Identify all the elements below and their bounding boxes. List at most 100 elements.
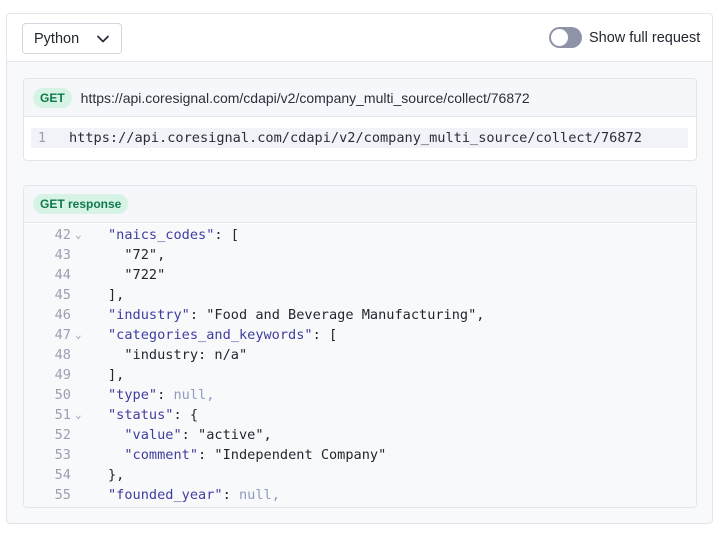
request-header: GET https://api.coresignal.com/cdapi/v2/… [24,79,696,117]
code-line: 46 "industry": "Food and Beverage Manufac… [24,305,696,325]
code-text: ], [108,285,124,305]
line-number: 52 [54,427,71,443]
code-text: "founded_year": null, [108,485,280,505]
show-full-request-toggle[interactable] [549,27,582,48]
code-line: 47 ⌄ "categories_and_keywords": [ [24,325,696,345]
json-separator: : [214,227,231,243]
json-key: "naics_codes" [108,227,215,243]
code-line: 54}, [24,465,696,485]
json-separator: : [181,427,199,443]
code-text: "72", [108,245,165,265]
line-number: 54 [54,467,71,483]
code-line: 44 "722" [24,265,696,285]
json-key: "value" [124,427,182,443]
json-key: "type" [108,387,158,403]
json-separator: : [198,447,215,463]
line-number: 45 [54,287,71,303]
language-select[interactable]: Python [22,23,122,54]
response-badge: GET response [33,194,129,214]
toggle-knob [551,29,568,46]
json-separator: : [222,487,239,503]
request-url[interactable]: https://api.coresignal.com/cdapi/v2/comp… [81,90,530,106]
fold-toggle-icon[interactable]: ⌄ [75,325,82,345]
code-sample-panel: Python Show full request GET https://api… [6,13,713,524]
json-value: }, [108,467,125,483]
line-number: 49 [54,367,71,383]
show-full-request-control: Show full request [549,27,700,48]
request-code-text[interactable]: https://api.coresignal.com/cdapi/v2/comp… [69,130,642,146]
fold-toggle-icon[interactable]: ⌄ [75,405,82,425]
code-text: ], [108,365,124,385]
json-separator: : [157,387,174,403]
line-number: 51 [54,407,71,423]
fold-toggle-icon[interactable]: ⌄ [75,225,82,245]
json-value: "active", [198,427,272,443]
code-line: 49], [24,365,696,385]
json-value: "Food and Beverage Manufacturing", [206,307,485,323]
code-line: 51 ⌄ "status": { [24,405,696,425]
line-number: 47 [54,327,71,343]
json-value: ], [108,367,125,383]
json-value: null, [173,387,215,403]
json-value: "industry: n/a" [124,347,248,363]
code-text: "industry": "Food and Beverage Manufactu… [108,305,484,325]
language-select-value: Python [34,30,80,47]
json-separator: : [312,327,329,343]
code-text: }, [108,465,124,485]
request-box: GET https://api.coresignal.com/cdapi/v2/… [23,78,697,161]
code-text: "industry: n/a" [108,345,247,365]
response-box: GET response 42 ⌄ "naics_codes": [43 "72",… [23,185,697,508]
line-number: 43 [54,247,71,263]
line-number: 50 [54,387,71,403]
toolbar: Python Show full request [7,14,712,62]
method-badge: GET [33,87,72,108]
json-value: { [189,407,199,423]
code-text: "status": { [108,405,198,425]
code-line: 53 "comment": "Independent Company" [24,445,696,465]
json-value: "72", [124,247,166,263]
line-number: 1 [37,130,46,146]
code-text: "value": "active", [108,425,272,445]
code-line: 45], [24,285,696,305]
line-number: 44 [54,267,71,283]
json-key: "categories_and_keywords" [108,327,313,343]
code-line: 50 "type": null, [24,385,696,405]
response-code-viewer[interactable]: 42 ⌄ "naics_codes": [43 "72", 44 "722" 45], 4… [24,224,696,507]
code-line: 55 "founded_year": null, [24,485,696,505]
line-number: 48 [54,347,71,363]
code-text: "categories_and_keywords": [ [108,325,337,345]
json-value: ], [108,287,125,303]
request-code-line: 1 https://api.coresignal.com/cdapi/v2/co… [31,128,688,148]
json-key: "status" [108,407,174,423]
code-line: 42 ⌄ "naics_codes": [ [24,225,696,245]
json-value: [ [328,327,338,343]
code-text: "naics_codes": [ [108,225,239,245]
show-full-request-label[interactable]: Show full request [589,30,700,46]
json-value: [ [230,227,239,243]
line-number: 42 [54,227,71,243]
json-value: "Independent Company" [214,447,387,463]
code-text: "type": null, [108,385,214,405]
json-value: null, [238,487,280,503]
json-value: "722" [124,267,166,283]
chevron-down-icon [97,35,109,43]
line-number: 53 [54,447,71,463]
code-text: "722" [108,265,165,285]
code-line: 48 "industry: n/a" [24,345,696,365]
code-text: "comment": "Independent Company" [108,445,386,465]
json-key: "industry" [108,307,190,323]
json-separator: : [189,307,207,323]
json-key: "founded_year" [108,487,223,503]
code-line: 52 "value": "active", [24,425,696,445]
response-header: GET response [24,186,696,223]
line-number: 46 [54,307,71,323]
code-line: 43 "72", [24,245,696,265]
line-number: 55 [54,487,71,503]
json-key: "comment" [124,447,199,463]
json-separator: : [173,407,190,423]
